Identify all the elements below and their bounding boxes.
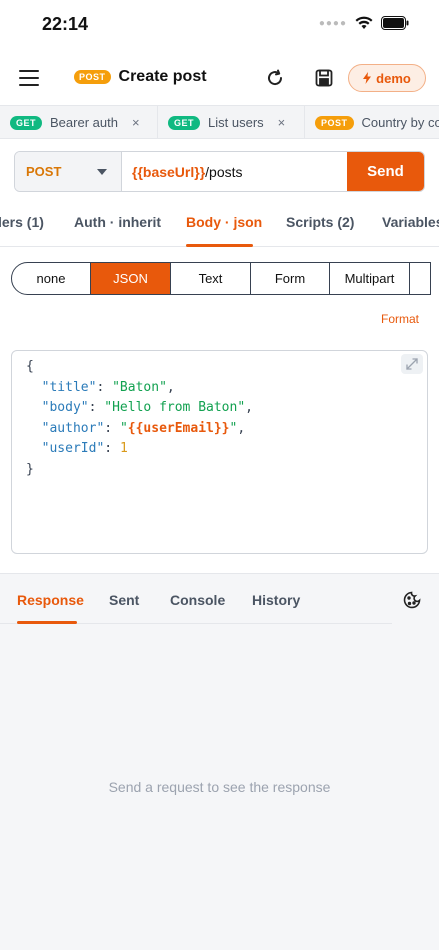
url-bar: POST {{baseUrl}}/posts Send [14,151,425,192]
tab-auth[interactable]: Auth · inherit [74,214,161,230]
title-wrap: POST Create post [74,68,207,86]
response-tabs: Response Sent Console History [0,574,392,624]
body-mode-selector: none JSON Text Form Multipart [11,262,431,295]
menu-icon[interactable] [19,70,39,86]
method-select[interactable]: POST [15,152,122,191]
signal-icon: ●●●● [318,17,347,29]
url-path: /posts [205,163,243,180]
format-button[interactable]: Format [381,312,419,326]
request-tabs: GET Bearer auth × GET List users × POST … [0,105,439,139]
json-editor[interactable]: { "title": "Baton", "body": "Hello from … [11,350,428,554]
refresh-icon[interactable] [264,67,286,89]
request-tab-label: Bearer auth [50,115,118,130]
empty-response-message: Send a request to see the response [108,779,331,795]
chevron-down-icon [97,169,107,175]
body-mode-text[interactable]: Text [171,263,251,294]
post-badge: POST [315,115,354,130]
request-tab-country[interactable]: POST Country by co [305,106,439,138]
status-time: 22:14 [42,14,89,34]
environment-button[interactable]: demo [348,64,426,92]
tab-body[interactable]: Body · json [186,214,262,230]
bolt-icon [363,72,372,84]
body-mode-more[interactable] [410,263,430,294]
url-variable: {{baseUrl}} [132,163,206,180]
method-select-value: POST [26,164,62,179]
body-mode-form[interactable]: Form [251,263,330,294]
body-mode-multipart[interactable]: Multipart [330,263,410,294]
app-header: POST Create post demo [0,52,439,104]
environment-label: demo [376,70,411,86]
url-input[interactable]: {{baseUrl}}/posts [122,152,348,191]
request-tab-label: List users [208,115,264,130]
body-mode-none[interactable]: none [12,263,91,294]
get-badge: GET [10,115,43,130]
response-panel: Response Sent Console History Send a req… [0,574,439,950]
tab-scripts[interactable]: Scripts (2) [286,214,354,230]
status-bar: 22:14 ●●●● [0,0,439,52]
wifi-icon [355,16,373,29]
battery-icon [381,16,409,30]
close-icon[interactable]: × [278,115,286,130]
request-tab-list-users[interactable]: GET List users × [158,106,305,138]
request-tab-label: Country by co [361,115,439,130]
close-icon[interactable]: × [132,115,140,130]
request-sub-tabs: lers (1) Auth · inherit Body · json Scri… [0,198,439,247]
tab-response[interactable]: Response [17,592,84,608]
tab-console[interactable]: Console [170,592,225,608]
method-badge: POST [74,70,111,84]
get-badge: GET [168,115,201,130]
tab-headers[interactable]: lers (1) [0,214,44,230]
tab-variables[interactable]: Variables [382,214,439,230]
tab-sent[interactable]: Sent [109,592,139,608]
tab-history[interactable]: History [252,592,300,608]
active-tab-indicator [17,621,77,624]
cookie-icon[interactable] [402,590,422,610]
send-button[interactable]: Send [347,152,424,191]
save-icon[interactable] [313,67,335,89]
active-tab-indicator [186,244,253,247]
page-title: Create post [118,68,207,85]
request-tab-bearer-auth[interactable]: GET Bearer auth × [0,106,158,138]
status-icons: ●●●● [319,16,409,30]
expand-icon[interactable] [401,354,423,374]
body-mode-json[interactable]: JSON [91,263,171,294]
json-code: { "title": "Baton", "body": "Hello from … [26,359,253,477]
